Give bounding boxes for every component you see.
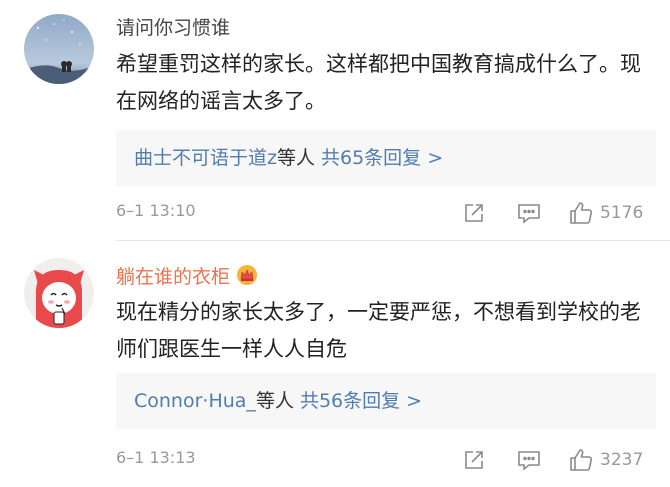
like-button[interactable]: 5176 (568, 198, 643, 228)
username[interactable]: 躺在谁的衣柜 (116, 264, 258, 289)
like-count: 5176 (600, 203, 644, 223)
comment-meta: 6–1 13:13 3237 (116, 445, 656, 475)
share-button[interactable] (462, 198, 486, 228)
comment-icon (516, 448, 542, 472)
like-icon (568, 447, 594, 473)
reply-names[interactable]: 曲士不可语于道z (134, 147, 277, 169)
reply-count[interactable]: 共56条回复 > (300, 390, 422, 412)
avatar[interactable] (24, 258, 94, 328)
like-count: 3237 (600, 450, 644, 470)
timestamp: 6–1 13:10 (116, 201, 196, 220)
comment-icon (516, 201, 542, 225)
replies-link[interactable]: Connor·Hua_等人 共56条回复 > (116, 373, 656, 429)
vip-crown-icon (236, 264, 258, 286)
reply-suffix: 等人 (255, 390, 294, 412)
share-button[interactable] (462, 445, 486, 475)
comment-button[interactable] (516, 198, 542, 228)
share-icon (462, 201, 486, 225)
replies-link[interactable]: 曲士不可语于道z等人 共65条回复 > (116, 130, 656, 186)
avatar[interactable] (24, 14, 94, 84)
reply-suffix: 等人 (276, 147, 315, 169)
username[interactable]: 请问你习惯谁 (116, 16, 230, 40)
comment-button[interactable] (516, 445, 542, 475)
username-text[interactable]: 躺在谁的衣柜 (116, 266, 230, 288)
comment-text: 希望重罚这样的家长。这样都把中国教育搞成什么了。现在网络的谣言太多了。 (116, 52, 641, 113)
share-icon (462, 448, 486, 472)
comment-meta: 6–1 13:10 5176 (116, 198, 656, 228)
comment-text: 现在精分的家长太多了，一定要严惩，不想看到学校的老师们跟医生一样人人自危 (116, 300, 641, 361)
like-icon (568, 200, 594, 226)
comment-item: 躺在谁的衣柜 现在精分的家长太多了，一定要严惩，不想看到学校的老师们跟医生一样人… (0, 240, 670, 487)
reply-count[interactable]: 共65条回复 > (321, 147, 443, 169)
reply-names[interactable]: Connor·Hua_ (134, 390, 256, 412)
comment-item: 请问你习惯谁 希望重罚这样的家长。这样都把中国教育搞成什么了。现在网络的谣言太多… (0, 0, 670, 240)
like-button[interactable]: 3237 (568, 445, 643, 475)
timestamp: 6–1 13:13 (116, 448, 196, 467)
